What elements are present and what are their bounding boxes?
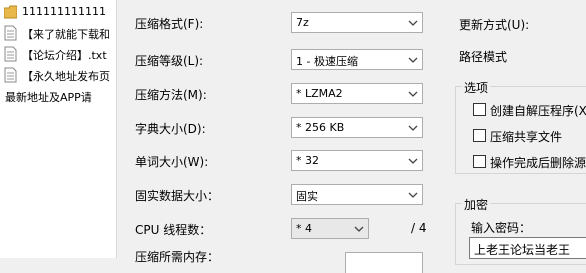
list-item-label: 111111111111 (22, 5, 106, 18)
format-label: 压缩格式(F): (135, 17, 204, 31)
method-value: * LZMA2 (296, 87, 343, 100)
dict-size-select[interactable]: * 256 KB (291, 117, 423, 138)
dict-size-value: * 256 KB (296, 121, 345, 134)
path-mode-label: 路径模式 (459, 50, 508, 64)
chevron-down-icon (408, 158, 418, 164)
encryption-group-title: 加密 (462, 196, 491, 213)
format-value: 7z (296, 16, 309, 29)
memory-value-box (345, 252, 423, 273)
word-size-value: * 32 (296, 154, 319, 167)
shared-files-checkbox-label: 压缩共享文件 (490, 130, 563, 144)
solid-block-select[interactable]: 固实 (291, 184, 423, 205)
cpu-threads-label: CPU 线程数： (135, 223, 212, 237)
dict-size-label: 字典大小(D): (135, 122, 206, 136)
solid-block-value: 固实 (296, 190, 318, 203)
list-item-label: 【论坛介绍】.txt (22, 49, 107, 62)
add-to-archive-dialog: 压缩格式(F): 7z 压缩等级(L): 1 - 极速压缩 压缩方法(M): *… (116, 0, 586, 273)
chevron-down-icon (408, 57, 418, 63)
list-item-label: 【永久地址发布页 (22, 70, 110, 83)
solid-block-label: 固实数据大小： (135, 189, 220, 203)
folder-icon (4, 5, 17, 19)
format-select[interactable]: 7z (291, 12, 423, 33)
list-item-label: 【来了就能下载和 (22, 28, 110, 41)
chevron-down-icon (408, 91, 418, 97)
cpu-threads-value: * 4 (296, 222, 312, 235)
method-label: 压缩方法(M): (135, 88, 207, 102)
method-select[interactable]: * LZMA2 (291, 83, 423, 104)
memory-label: 压缩所需内存： (135, 250, 220, 264)
update-mode-label: 更新方式(U): (459, 18, 530, 32)
file-list: 111111111111 【来了就能下载和 【论坛介绍】.txt 【永久地址发布… (0, 0, 116, 258)
level-value: 1 - 极速压缩 (296, 55, 358, 68)
list-item[interactable]: 最新地址及APP请 (0, 86, 116, 106)
cpu-threads-max: / 4 (411, 221, 427, 235)
chevron-down-icon (354, 226, 364, 232)
delete-after-checkbox[interactable] (473, 155, 486, 168)
list-item[interactable]: 【来了就能下载和 (0, 23, 116, 43)
sfx-checkbox-label: 创建自解压程序(X) (490, 104, 586, 118)
level-select[interactable]: 1 - 极速压缩 (291, 49, 423, 70)
text-file-icon (4, 46, 17, 62)
list-item[interactable]: 111111111111 (0, 2, 116, 22)
shared-files-checkbox[interactable] (473, 129, 486, 142)
delete-after-checkbox-label: 操作完成后删除源文 (490, 156, 586, 170)
chevron-down-icon (408, 20, 418, 26)
chevron-down-icon (408, 125, 418, 131)
text-file-icon (4, 25, 17, 41)
password-input[interactable]: 上老王论坛当老王 (469, 237, 586, 259)
level-label: 压缩等级(L): (135, 54, 204, 68)
list-item-label: 最新地址及APP请 (5, 91, 92, 104)
word-size-select[interactable]: * 32 (291, 150, 423, 171)
list-item[interactable]: 【永久地址发布页 (0, 65, 116, 85)
password-value: 上老王论坛当老王 (474, 243, 571, 257)
text-file-icon (4, 67, 17, 83)
cpu-threads-select[interactable]: * 4 (291, 218, 369, 239)
sfx-checkbox[interactable] (473, 103, 486, 116)
options-group-title: 选项 (462, 79, 491, 96)
word-size-label: 单词大小(W): (135, 155, 209, 169)
chevron-down-icon (408, 192, 418, 198)
list-item[interactable]: 【论坛介绍】.txt (0, 44, 116, 64)
password-label: 输入密码： (471, 221, 532, 235)
